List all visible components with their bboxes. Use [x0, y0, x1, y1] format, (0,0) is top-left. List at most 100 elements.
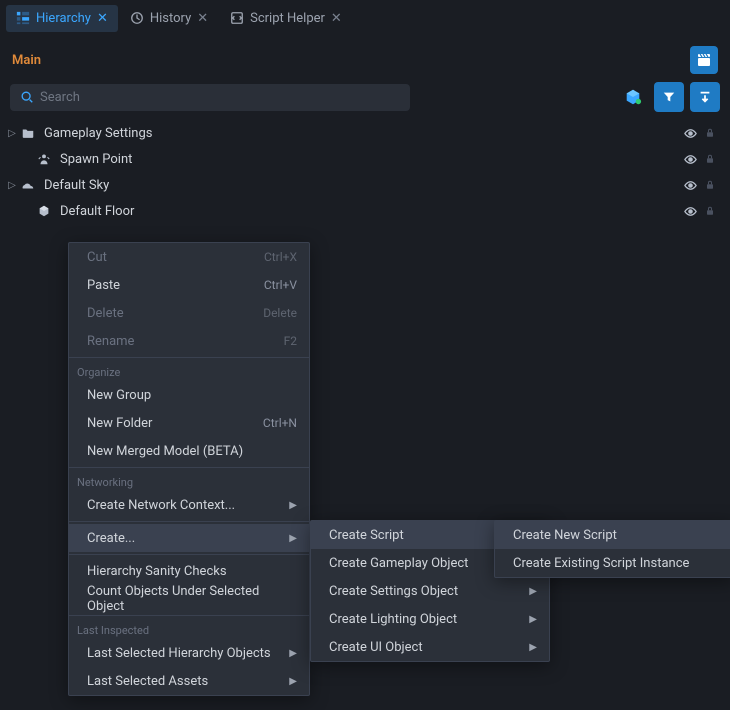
spawn-icon — [34, 152, 54, 166]
menu-item-label: Hierarchy Sanity Checks — [87, 564, 227, 579]
shortcut-label: F2 — [284, 334, 297, 348]
row-label: Spawn Point — [60, 152, 683, 167]
expand-arrow[interactable]: ▷ — [6, 180, 18, 191]
collapse-button[interactable] — [690, 82, 720, 112]
shortcut-label: Ctrl+N — [263, 416, 297, 430]
chevron-right-icon: ▶ — [529, 642, 537, 653]
visibility-icon[interactable] — [683, 178, 698, 193]
menu-item-label: Paste — [87, 278, 120, 293]
close-icon[interactable]: ✕ — [97, 12, 108, 25]
menu-item-label: Count Objects Under Selected Object — [87, 584, 297, 614]
menu-item[interactable]: New Merged Model (BETA) — [69, 437, 309, 465]
lock-icon[interactable] — [704, 153, 716, 165]
search-input[interactable] — [40, 90, 400, 105]
menu-item-label: New Merged Model (BETA) — [87, 444, 243, 459]
visibility-icon[interactable] — [683, 204, 698, 219]
folder-icon — [18, 126, 38, 140]
search-row — [0, 74, 730, 120]
chevron-right-icon: ▶ — [529, 614, 537, 625]
close-icon[interactable]: ✕ — [331, 12, 342, 25]
menu-item-label: Last Selected Hierarchy Objects — [87, 646, 271, 661]
download-icon — [698, 90, 712, 104]
menu-item[interactable]: Last Selected Hierarchy Objects▶ — [69, 639, 309, 667]
menu-section-label: Last Inspected — [69, 618, 309, 639]
shortcut-label: Ctrl+V — [264, 278, 297, 292]
menu-item[interactable]: Paste Ctrl+V — [69, 271, 309, 299]
menu-section-label: Organize — [69, 360, 309, 381]
panel-title: Main — [12, 53, 41, 68]
menu-item[interactable]: Count Objects Under Selected Object — [69, 585, 309, 613]
tab-history[interactable]: History ✕ — [120, 5, 218, 32]
cube-icon — [34, 204, 54, 218]
menu-item-label: Create Existing Script Instance — [513, 556, 689, 571]
menu-item[interactable]: Create...▶ — [69, 524, 309, 552]
tab-hierarchy[interactable]: Hierarchy ✕ — [6, 5, 118, 32]
lock-icon[interactable] — [704, 127, 716, 139]
menu-item-label: Create Gameplay Object — [329, 556, 468, 571]
menu-item-label: Create Settings Object — [329, 584, 458, 599]
menu-item-label: Create Script — [329, 528, 404, 543]
menu-item-label: Create Network Context... — [87, 498, 235, 513]
clapper-icon — [696, 52, 712, 68]
script-submenu: Create New Script Create Existing Script … — [494, 520, 730, 578]
sky-icon — [18, 178, 38, 192]
hierarchy-row[interactable]: Spawn Point — [0, 146, 724, 172]
menu-item[interactable]: Hierarchy Sanity Checks — [69, 557, 309, 585]
menu-item-label: Create... — [87, 531, 135, 546]
tab-label: Script Helper — [250, 11, 325, 26]
lock-icon[interactable] — [704, 179, 716, 191]
menu-item[interactable]: Create UI Object▶ — [311, 633, 549, 661]
tab-label: History — [150, 11, 191, 26]
chevron-right-icon: ▶ — [289, 676, 297, 687]
menu-item-label: New Group — [87, 388, 151, 403]
menu-section-label: Networking — [69, 470, 309, 491]
menu-item[interactable]: Create Existing Script Instance — [495, 549, 730, 577]
hierarchy-row[interactable]: ▷ Gameplay Settings — [0, 120, 724, 146]
lock-icon[interactable] — [704, 205, 716, 217]
visibility-icon[interactable] — [683, 152, 698, 167]
row-label: Default Sky — [44, 178, 683, 193]
script-icon — [230, 11, 244, 25]
hierarchy-icon — [16, 11, 30, 25]
tab-label: Hierarchy — [36, 11, 91, 26]
cube-icon — [624, 88, 642, 106]
menu-item[interactable]: Create Network Context... ▶ — [69, 491, 309, 519]
panel-header: Main — [0, 36, 730, 74]
tab-script-helper[interactable]: Script Helper ✕ — [220, 5, 352, 32]
filter-icon — [662, 90, 676, 104]
menu-item-label: New Folder — [87, 416, 152, 431]
filter-button[interactable] — [654, 82, 684, 112]
cube-view-button[interactable] — [618, 82, 648, 112]
hierarchy-row[interactable]: ▷ Default Sky — [0, 172, 724, 198]
chevron-right-icon: ▶ — [529, 586, 537, 597]
shortcut-label: Delete — [263, 306, 297, 320]
hierarchy-row[interactable]: Default Floor — [0, 198, 724, 224]
row-label: Gameplay Settings — [44, 126, 683, 141]
menu-item[interactable]: Create New Script — [495, 521, 730, 549]
menu-item: Rename F2 — [69, 327, 309, 355]
menu-item[interactable]: Create Settings Object ▶ — [311, 577, 549, 605]
row-label: Default Floor — [60, 204, 683, 219]
menu-item: Cut Ctrl+X — [69, 243, 309, 271]
history-icon — [130, 11, 144, 25]
cinematic-button[interactable] — [690, 46, 718, 74]
menu-item-label: Create Lighting Object — [329, 612, 457, 627]
search-box[interactable] — [10, 84, 410, 111]
menu-item[interactable]: Create Lighting Object ▶ — [311, 605, 549, 633]
shortcut-label: Ctrl+X — [264, 250, 297, 264]
menu-item[interactable]: New Group — [69, 381, 309, 409]
menu-item-label: Last Selected Assets — [87, 674, 208, 689]
chevron-right-icon: ▶ — [289, 500, 297, 511]
menu-item[interactable]: New Folder Ctrl+N — [69, 409, 309, 437]
context-menu: Cut Ctrl+X Paste Ctrl+V DeleteDelete Rename F2… — [68, 242, 310, 696]
menu-item-label: Cut — [87, 250, 107, 265]
menu-item[interactable]: Last Selected Assets ▶ — [69, 667, 309, 695]
search-icon — [20, 90, 34, 104]
visibility-icon[interactable] — [683, 126, 698, 141]
menu-item-label: Rename — [87, 334, 134, 349]
tab-bar: Hierarchy ✕ History ✕ Script Helper ✕ — [0, 0, 730, 36]
menu-item: DeleteDelete — [69, 299, 309, 327]
close-icon[interactable]: ✕ — [197, 12, 208, 25]
menu-item-label: Create New Script — [513, 528, 617, 543]
expand-arrow[interactable]: ▷ — [6, 128, 18, 139]
